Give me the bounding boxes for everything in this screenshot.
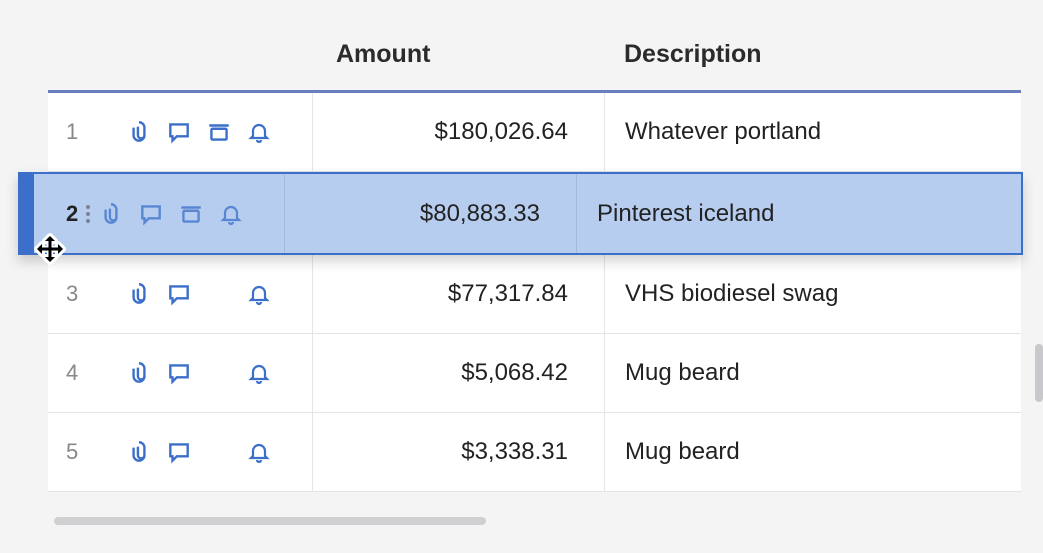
- comment-icon[interactable]: [166, 119, 192, 145]
- description-cell[interactable]: Mug beard: [604, 413, 1021, 491]
- attachment-icon[interactable]: [126, 439, 152, 465]
- table-header-row: Amount Description: [48, 18, 1021, 90]
- row-icons: [116, 119, 312, 145]
- attachment-icon[interactable]: [126, 119, 152, 145]
- row-icons: [88, 201, 284, 227]
- row-icons: [116, 281, 312, 307]
- bell-icon[interactable]: [246, 360, 272, 386]
- description-cell[interactable]: Mug beard: [604, 334, 1021, 412]
- column-header-amount[interactable]: Amount: [312, 40, 604, 69]
- table-row-selected[interactable]: 2 $80,883.33: [18, 172, 1023, 255]
- bell-icon[interactable]: [246, 439, 272, 465]
- table-row[interactable]: 1 $180,026.64 Whatever por: [48, 93, 1021, 172]
- amount-cell[interactable]: $80,883.33: [284, 174, 576, 253]
- table-row[interactable]: 5 $3,338.31 Mug beard: [48, 413, 1021, 492]
- row-number[interactable]: 3: [48, 281, 116, 307]
- description-cell[interactable]: VHS biodiesel swag: [604, 255, 1021, 333]
- row-icons: [116, 439, 312, 465]
- vertical-scrollbar[interactable]: [1035, 344, 1043, 402]
- comment-icon[interactable]: [166, 360, 192, 386]
- bell-icon[interactable]: [246, 281, 272, 307]
- amount-cell[interactable]: $77,317.84: [312, 255, 604, 333]
- row-number[interactable]: 4: [48, 360, 116, 386]
- row-number[interactable]: 1: [48, 119, 116, 145]
- attachment-icon[interactable]: [98, 201, 124, 227]
- bell-icon[interactable]: [218, 201, 244, 227]
- comment-icon[interactable]: [166, 439, 192, 465]
- bell-icon[interactable]: [246, 119, 272, 145]
- column-header-description[interactable]: Description: [604, 40, 1021, 69]
- data-table: Amount Description 1: [48, 18, 1021, 492]
- archive-icon[interactable]: [178, 201, 204, 227]
- amount-cell[interactable]: $5,068.42: [312, 334, 604, 412]
- amount-cell[interactable]: $180,026.64: [312, 93, 604, 171]
- comment-icon[interactable]: [166, 281, 192, 307]
- archive-icon[interactable]: [206, 119, 232, 145]
- row-number[interactable]: 2: [20, 201, 88, 227]
- attachment-icon[interactable]: [126, 281, 152, 307]
- amount-cell[interactable]: $3,338.31: [312, 413, 604, 491]
- row-number[interactable]: 5: [48, 439, 116, 465]
- table-body: 1 $180,026.64 Whatever por: [48, 90, 1021, 492]
- table-row[interactable]: 4 $5,068.42 Mug beard: [48, 334, 1021, 413]
- description-cell[interactable]: Whatever portland: [604, 93, 1021, 171]
- description-cell[interactable]: Pinterest iceland: [576, 174, 1021, 253]
- comment-icon[interactable]: [138, 201, 164, 227]
- row-icons: [116, 360, 312, 386]
- table-row[interactable]: 3 $77,317.84 VHS biodiesel swag: [48, 255, 1021, 334]
- horizontal-scrollbar[interactable]: [54, 517, 486, 525]
- attachment-icon[interactable]: [126, 360, 152, 386]
